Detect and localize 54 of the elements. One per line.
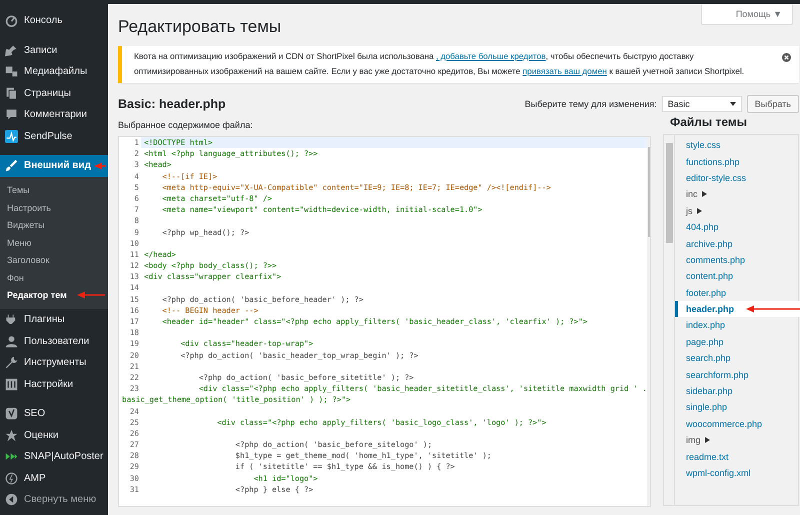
submenu-item[interactable]: Фон <box>0 269 108 286</box>
folder-item[interactable]: img <box>686 435 701 446</box>
file-link[interactable]: editor-style.css <box>686 172 746 183</box>
menu-item[interactable]: SEO <box>0 403 108 424</box>
content-label: Выбранное содержимое файла: <box>118 120 254 130</box>
menu-item[interactable]: Свернуть меню <box>0 489 108 510</box>
menu-item[interactable]: Медиафайлы <box>0 61 108 82</box>
menu-item[interactable]: Записи <box>0 40 108 61</box>
notice-message: Квота на оптимизацию изображений и CDN от ShortPixel была использована , добавьте больше кредитов, чтобы обеспечить быструю доставку оптимизированных изображений на вашем сайте. Если у вас уже достаточно кредитов, Вы можете привязать ваш домен к вашей учетной записи Shortpixel. <box>118 46 799 83</box>
folder-item[interactable]: js <box>686 206 692 216</box>
folder-item[interactable]: inc <box>686 189 698 200</box>
file-link[interactable]: searchform.php <box>686 370 749 380</box>
menu-item[interactable]: Внешний вид <box>0 155 108 176</box>
file-link[interactable]: search.php <box>686 353 731 364</box>
file-link[interactable]: style.css <box>686 140 721 150</box>
file-link[interactable]: readme.txt <box>686 452 729 462</box>
file-link[interactable]: page.php <box>686 336 724 347</box>
notice-link[interactable]: , добавьте больше кредитов <box>436 51 546 61</box>
menu-item[interactable]: SNAP|AutoPoster <box>0 446 108 468</box>
submenu-item[interactable]: Редактор тем <box>0 286 108 304</box>
menu-item[interactable]: Консоль <box>0 10 108 32</box>
file-link[interactable]: single.php <box>686 402 728 412</box>
menu-item[interactable]: Комментарии <box>0 104 108 126</box>
select-button[interactable]: Выбрать <box>746 95 799 113</box>
menu-item[interactable]: Пользователи <box>0 330 108 352</box>
file-link[interactable]: footer.php <box>686 288 726 298</box>
menu-item[interactable]: Страницы <box>0 82 108 104</box>
menu-item[interactable]: Настройки <box>0 374 108 395</box>
files-title: Файлы темы <box>669 115 748 129</box>
file-link[interactable]: content.php <box>686 271 734 282</box>
file-heading: Basic: header.php <box>118 97 226 111</box>
file-link[interactable]: index.php <box>686 320 726 330</box>
submenu-item[interactable]: Темы <box>0 182 108 199</box>
submenu-item[interactable]: Настроить <box>0 199 108 216</box>
file-link[interactable]: functions.php <box>686 156 740 167</box>
menu-item[interactable]: Оценки <box>0 424 108 446</box>
file-link[interactable]: wpml-config.xml <box>686 468 751 478</box>
menu-item[interactable]: Плагины <box>0 309 108 330</box>
page-title: Редактировать темы <box>118 17 282 37</box>
menu-item[interactable]: Инструменты <box>0 352 108 374</box>
file-link[interactable]: 404.php <box>686 222 719 232</box>
theme-select-label: Выберите тему для изменения: <box>524 99 657 109</box>
file-link[interactable]: comments.php <box>686 254 746 265</box>
file-link[interactable]: archive.php <box>686 238 733 249</box>
menu-item[interactable]: AMP <box>0 468 108 489</box>
submenu-item[interactable]: Меню <box>0 234 108 252</box>
submenu-item[interactable]: Заголовок <box>0 252 108 269</box>
help-button[interactable]: Помощь ▼ <box>700 4 793 25</box>
file-link[interactable]: sidebar.php <box>686 386 733 396</box>
theme-dropdown[interactable]: Basic <box>662 96 742 112</box>
file-link[interactable]: woocommerce.php <box>686 418 762 429</box>
submenu-item[interactable]: Виджеты <box>0 216 108 234</box>
notice-link[interactable]: привязать ваш домен <box>522 66 607 76</box>
menu-item[interactable]: SendPulse <box>0 126 108 147</box>
